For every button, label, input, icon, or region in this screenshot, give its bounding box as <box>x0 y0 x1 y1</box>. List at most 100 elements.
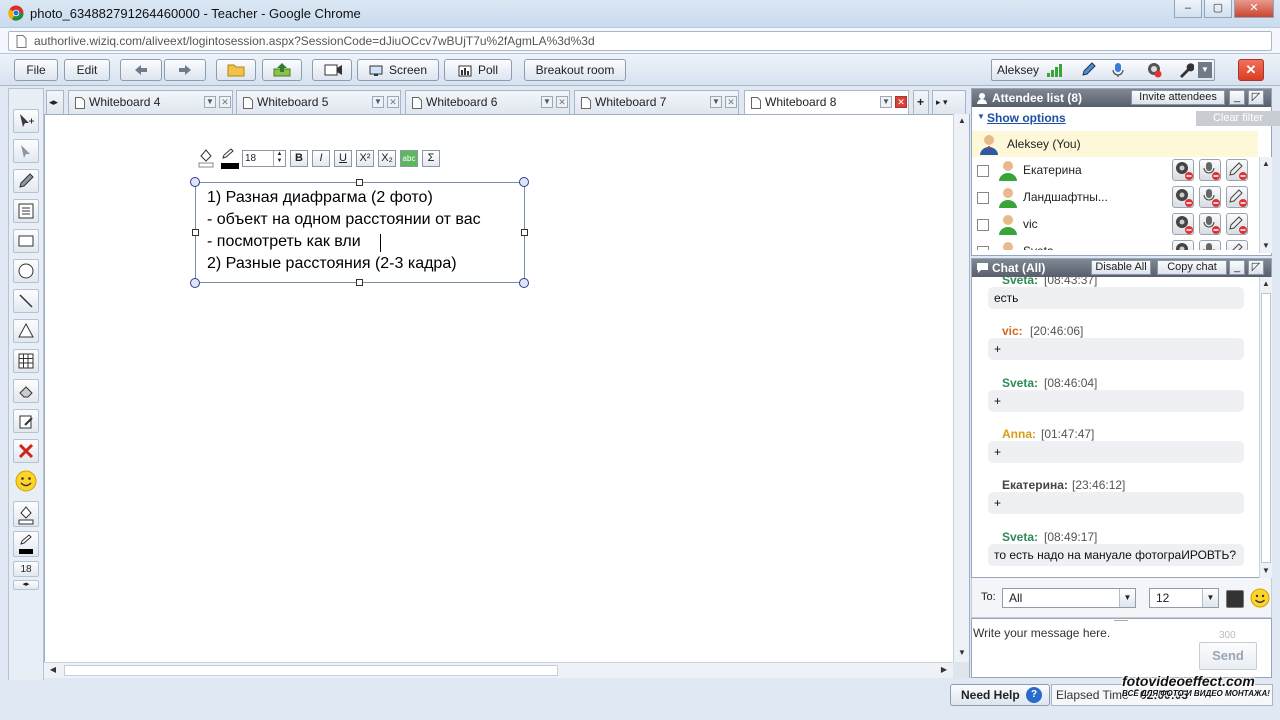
table-tool-icon[interactable] <box>13 349 39 373</box>
scroll-up-icon[interactable]: ▲ <box>1260 277 1272 291</box>
panel-expand-button[interactable]: ◸ <box>1248 260 1264 275</box>
rotate-handle[interactable] <box>190 177 200 187</box>
screen-share-button[interactable]: Screen <box>357 59 439 81</box>
draw-permission-icon[interactable] <box>1226 159 1248 181</box>
settings-wrench-icon[interactable] <box>1178 62 1194 78</box>
draw-permission-icon[interactable] <box>1226 186 1248 208</box>
tab-menu-icon[interactable]: ▼ <box>710 96 722 108</box>
scroll-down-icon[interactable]: ▼ <box>1260 564 1272 578</box>
tab-close-icon[interactable]: ✕ <box>219 96 231 108</box>
copy-chat-button[interactable]: Copy chat <box>1157 260 1227 275</box>
delete-tool-icon[interactable] <box>13 439 39 463</box>
draw-permission-icon[interactable] <box>1226 213 1248 235</box>
eraser-tool-icon[interactable] <box>13 379 39 403</box>
undo-button[interactable] <box>120 59 162 81</box>
attendee-checkbox[interactable] <box>977 165 989 177</box>
clipboard-tool-icon[interactable] <box>13 409 39 433</box>
triangle-tool-icon[interactable] <box>13 319 39 343</box>
webcam-permission-icon[interactable] <box>1172 213 1194 235</box>
font-size-select[interactable]: 12 ▼ <box>1149 588 1219 608</box>
chat-color-picker[interactable] <box>1226 590 1244 608</box>
draw-permission-icon[interactable] <box>1226 240 1248 250</box>
emoji-icon[interactable] <box>1250 588 1270 608</box>
webcam-permission-icon[interactable] <box>1172 159 1194 181</box>
scroll-up-icon[interactable]: ▲ <box>955 114 969 128</box>
disable-all-button[interactable]: Disable All <box>1091 260 1151 275</box>
invite-attendees-button[interactable]: Invite attendees <box>1131 90 1225 105</box>
recipient-select[interactable]: All ▼ <box>1002 588 1136 608</box>
line-tool-icon[interactable] <box>13 289 39 313</box>
subscript-button[interactable]: X₂ <box>378 150 396 167</box>
resize-handle[interactable] <box>356 179 363 186</box>
fill-color-icon[interactable] <box>13 501 39 527</box>
horizontal-scrollbar[interactable]: ◀ ▶ <box>44 662 954 678</box>
fill-bucket-icon[interactable] <box>196 146 216 170</box>
panel-minimize-button[interactable]: _ <box>1229 90 1245 105</box>
attendee-checkbox[interactable] <box>977 246 989 250</box>
redo-button[interactable] <box>164 59 206 81</box>
close-session-button[interactable]: ✕ <box>1238 59 1264 81</box>
webcam-icon[interactable] <box>1146 62 1162 78</box>
open-folder-button[interactable] <box>216 59 256 81</box>
attendee-row[interactable]: Sveta <box>972 238 1258 250</box>
send-button[interactable]: Send <box>1199 642 1257 670</box>
resize-handle[interactable] <box>521 229 528 236</box>
mic-permission-icon[interactable] <box>1199 240 1221 250</box>
text-color-icon[interactable] <box>220 146 240 170</box>
rotate-handle[interactable] <box>190 278 200 288</box>
maximize-button[interactable]: ▢ <box>1204 0 1232 18</box>
move-tool-icon[interactable] <box>13 109 39 133</box>
microphone-icon[interactable] <box>1110 62 1126 78</box>
webcam-permission-icon[interactable] <box>1172 240 1194 250</box>
text-tool-icon[interactable] <box>13 199 39 223</box>
attendee-row[interactable]: vic <box>972 211 1258 238</box>
record-video-button[interactable] <box>312 59 352 81</box>
tab-close-icon[interactable]: ✕ <box>387 96 399 108</box>
font-size-stepper[interactable]: ▲ ▼ <box>273 151 285 166</box>
tabs-scroll-right[interactable]: ▸ ▾ <box>932 90 966 114</box>
tab-whiteboard[interactable]: Whiteboard 6 ▼ ✕ <box>405 90 570 114</box>
text-box[interactable]: 1) Разная диафрагма (2 фото) - объект на… <box>190 177 529 288</box>
select-tool-icon[interactable] <box>13 139 39 163</box>
poll-button[interactable]: Poll <box>444 59 512 81</box>
emoji-tool-icon[interactable] <box>13 469 39 493</box>
tab-menu-icon[interactable]: ▼ <box>204 96 216 108</box>
resize-handle[interactable] <box>192 229 199 236</box>
mic-permission-icon[interactable] <box>1199 186 1221 208</box>
webcam-permission-icon[interactable] <box>1172 186 1194 208</box>
attendee-scrollbar[interactable]: ▲ ▼ <box>1259 157 1272 253</box>
file-menu-button[interactable]: File <box>14 59 58 81</box>
breakout-room-button[interactable]: Breakout room <box>524 59 626 81</box>
tab-whiteboard[interactable]: Whiteboard 7 ▼ ✕ <box>574 90 739 114</box>
minimize-button[interactable]: – <box>1174 0 1202 18</box>
resize-grip-icon[interactable] <box>1114 618 1128 621</box>
tab-whiteboard[interactable]: Whiteboard 5 ▼ ✕ <box>236 90 401 114</box>
tab-close-icon[interactable]: ✕ <box>725 96 737 108</box>
attendee-row[interactable]: Екатерина <box>972 157 1258 184</box>
rotate-handle[interactable] <box>519 278 529 288</box>
rectangle-tool-icon[interactable] <box>13 229 39 253</box>
tab-whiteboard[interactable]: Whiteboard 8 ▼ ✕ <box>744 90 909 115</box>
spellcheck-icon[interactable]: abc <box>400 150 418 167</box>
tabs-scroll-left[interactable]: ◂▸ <box>46 90 64 114</box>
ellipse-tool-icon[interactable] <box>13 259 39 283</box>
chat-scrollbar[interactable]: ▲ ▼ <box>1259 277 1272 579</box>
formula-button[interactable]: Σ <box>422 150 440 167</box>
attendee-row[interactable]: Ландшафтны... <box>972 184 1258 211</box>
tab-whiteboard[interactable]: Whiteboard 4 ▼ ✕ <box>68 90 233 114</box>
underline-button[interactable]: U <box>334 150 352 167</box>
tab-close-icon[interactable]: ✕ <box>895 96 907 108</box>
message-input[interactable]: Write your message here. 300 Send <box>971 618 1272 678</box>
attendee-checkbox[interactable] <box>977 192 989 204</box>
stroke-color-icon[interactable] <box>13 531 39 557</box>
tab-menu-icon[interactable]: ▼ <box>880 96 892 108</box>
tab-menu-icon[interactable]: ▼ <box>541 96 553 108</box>
superscript-button[interactable]: X² <box>356 150 374 167</box>
pencil-tool-icon[interactable] <box>13 169 39 193</box>
resize-handle[interactable] <box>356 279 363 286</box>
scroll-left-icon[interactable]: ◀ <box>46 663 60 677</box>
scroll-right-icon[interactable]: ▶ <box>937 663 951 677</box>
upload-button[interactable] <box>262 59 302 81</box>
size-selector[interactable]: 18 <box>13 561 39 577</box>
italic-button[interactable]: I <box>312 150 330 167</box>
